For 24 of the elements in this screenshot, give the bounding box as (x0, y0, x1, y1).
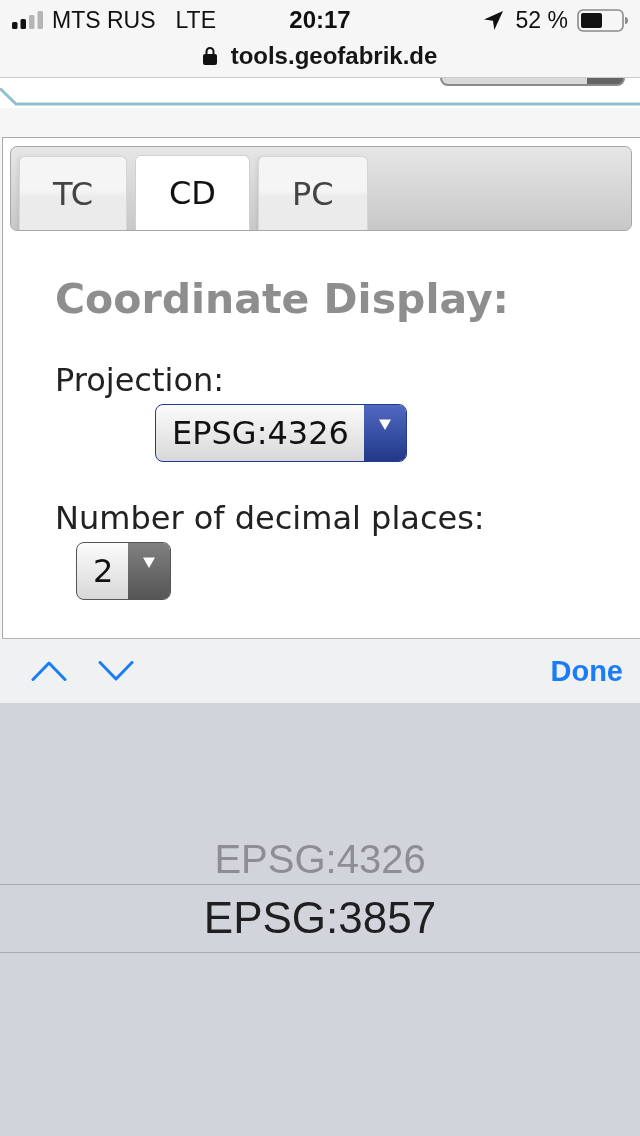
field-label: Number of decimal places: (55, 499, 485, 537)
location-arrow-icon (483, 10, 503, 30)
carrier-name: MTS RUS (52, 7, 156, 33)
signal-icon (12, 11, 44, 29)
section-title: Coordinate Display: (55, 275, 509, 323)
done-button[interactable]: Done (550, 654, 623, 688)
tab[interactable]: TC (19, 156, 127, 230)
dropdown-select[interactable]: EPSG:4326 (155, 404, 407, 462)
next-field-button[interactable] (98, 661, 134, 681)
dropdown-select[interactable]: 2 (76, 542, 172, 600)
chevron-up-icon (31, 661, 67, 681)
lock-icon (202, 46, 217, 65)
field-label: Projection: (55, 361, 224, 399)
network-type: LTE (175, 7, 216, 33)
tab[interactable]: PC (258, 156, 368, 230)
battery-icon (577, 8, 628, 32)
previous-field-button[interactable] (31, 661, 67, 681)
status-time: 20:17 (289, 7, 351, 33)
battery-percent: 52 % (515, 7, 568, 33)
header-dropdown[interactable] (440, 78, 625, 86)
picker-option[interactable]: EPSG:3857 (203, 894, 437, 943)
address-url[interactable]: tools.geofabrik.de (230, 41, 438, 70)
chevron-down-icon (98, 661, 134, 681)
tab[interactable]: CD (135, 155, 250, 230)
